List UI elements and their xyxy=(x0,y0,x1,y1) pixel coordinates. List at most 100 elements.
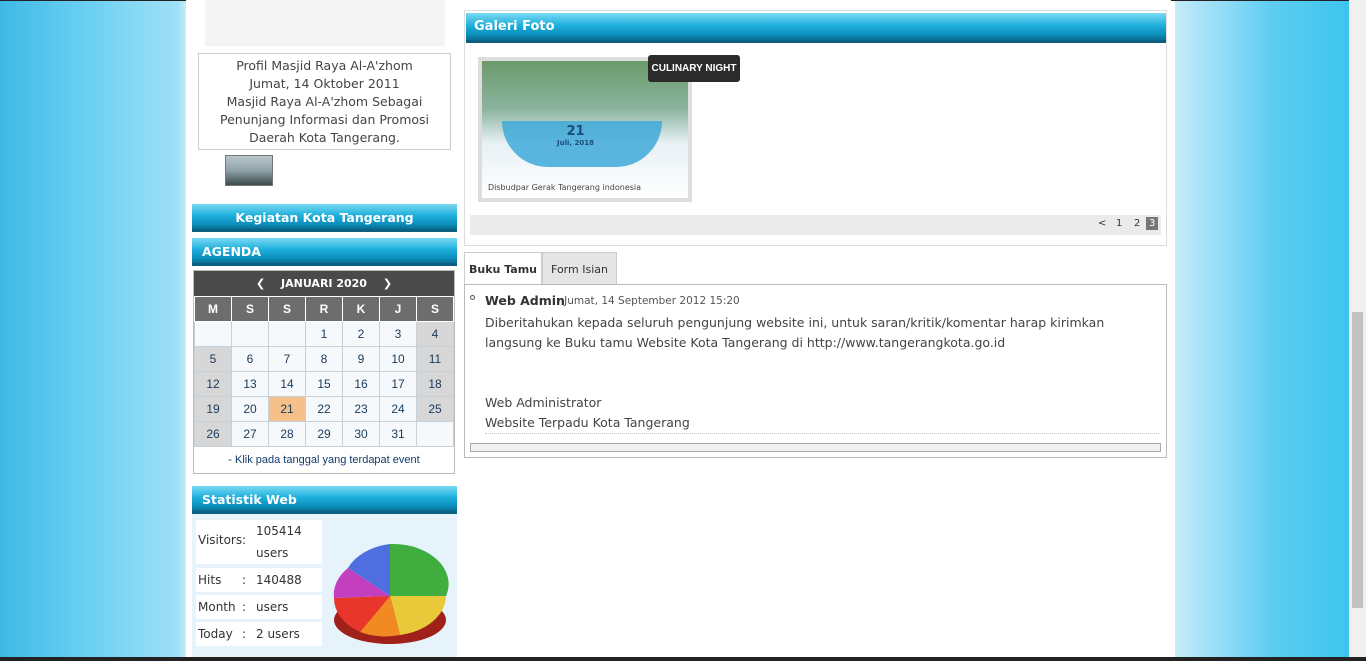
kegiatan-label: Kegiatan Kota Tangerang xyxy=(235,210,414,225)
calendar-empty xyxy=(231,321,269,347)
guestbook-message: Diberitahukan kepada seluruh pengunjung … xyxy=(485,315,1105,430)
stat-key: Month xyxy=(198,600,236,614)
guestbook-author: Web Admin xyxy=(485,293,565,308)
calendar-dayname: S xyxy=(416,296,454,322)
calendar-day[interactable]: 28 xyxy=(268,421,306,447)
calendar-note: - Klik pada tanggal yang terdapat event xyxy=(228,454,420,466)
calendar-day[interactable]: 22 xyxy=(305,396,343,422)
calendar-day[interactable]: 5 xyxy=(194,346,232,372)
calendar-day[interactable]: 3 xyxy=(379,321,417,347)
photo-tooltip: CULINARY NIGHT xyxy=(648,55,740,82)
calendar-day[interactable]: 19 xyxy=(194,396,232,422)
galeri-foto-panel: Galeri Foto 21 Juli, 2018 Disbudpar Gera… xyxy=(464,10,1167,246)
pager-prev[interactable]: < xyxy=(1098,218,1106,229)
calendar-dayname: M xyxy=(194,296,232,322)
profil-card[interactable]: Profil Masjid Raya Al-A'zhom Jumat, 14 O… xyxy=(198,53,451,150)
agenda-header: AGENDA xyxy=(192,238,457,266)
stat-key: Hits xyxy=(198,573,222,587)
agenda-label: AGENDA xyxy=(202,244,261,259)
calendar-day[interactable]: 27 xyxy=(231,421,269,447)
statistik-label: Statistik Web xyxy=(202,492,297,507)
stat-value: 2 users xyxy=(256,627,300,641)
calendar-day[interactable]: 9 xyxy=(342,346,380,372)
photo-logos: Disbudpar Gerak Tangerang indonesia xyxy=(488,183,642,192)
calendar-day[interactable]: 16 xyxy=(342,371,380,397)
calendar-day[interactable]: 1 xyxy=(305,321,343,347)
profil-title[interactable]: Profil Masjid Raya Al-A'zhom xyxy=(199,57,450,75)
calendar-day[interactable]: 15 xyxy=(305,371,343,397)
page-container: Profil Masjid Raya Al-A'zhom Jumat, 14 O… xyxy=(186,0,1171,661)
calendar-empty xyxy=(268,321,306,347)
calendar-dayname: K xyxy=(342,296,380,322)
calendar-dayname: S xyxy=(268,296,306,322)
stat-key: Visitors xyxy=(198,533,243,547)
calendar-day[interactable]: 2 xyxy=(342,321,380,347)
stat-value: users xyxy=(256,600,289,614)
calendar-day[interactable]: 29 xyxy=(305,421,343,447)
pager-page-2[interactable]: 2 xyxy=(1134,218,1140,229)
next-month-icon[interactable]: ❯ xyxy=(383,277,392,290)
agenda-calendar: ❮ JANUARI 2020 ❯ MSSRKJS 1 2 3 4 5 6 7 8 9 10 11 12… xyxy=(193,270,455,474)
calendar-day[interactable]: 31 xyxy=(379,421,417,447)
galeri-label: Galeri Foto xyxy=(474,19,555,34)
calendar-day[interactable]: 26 xyxy=(194,421,232,447)
stat-row-today: Today : 2 users xyxy=(196,622,322,646)
tab-form-isian[interactable]: Form Isian xyxy=(542,252,617,285)
browser-scrollbar[interactable] xyxy=(1349,0,1366,661)
calendar-day[interactable]: 30 xyxy=(342,421,380,447)
guestbook-date: - Jumat, 14 September 2012 15:20 xyxy=(557,295,740,307)
calendar-day[interactable]: 13 xyxy=(231,371,269,397)
galeri-header: Galeri Foto xyxy=(466,13,1166,43)
stat-row-month: Month : users xyxy=(196,595,322,619)
prev-month-icon[interactable]: ❮ xyxy=(256,277,265,290)
stat-row-visitors: Visitors : 105414 users xyxy=(196,520,322,564)
banner-placeholder xyxy=(205,0,445,46)
guestbook-panel: Web Admin - Jumat, 14 September 2012 15:… xyxy=(464,284,1167,458)
calendar-day[interactable]: 7 xyxy=(268,346,306,372)
calendar-day[interactable]: 21 xyxy=(268,396,306,422)
calendar-day[interactable]: 10 xyxy=(379,346,417,372)
galeri-pager: < 1 2 3 xyxy=(470,215,1161,235)
calendar-day[interactable]: 12 xyxy=(194,371,232,397)
calendar-empty xyxy=(416,421,454,447)
tab-buku-tamu[interactable]: Buku Tamu xyxy=(464,252,542,285)
left-sidebar: Profil Masjid Raya Al-A'zhom Jumat, 14 O… xyxy=(192,0,457,661)
stat-sep: : xyxy=(242,627,247,641)
guestbook-divider xyxy=(485,433,1159,434)
stat-key: Today xyxy=(198,627,233,641)
calendar-dayname: S xyxy=(231,296,269,322)
calendar-dayname: J xyxy=(379,296,417,322)
bullet-icon xyxy=(470,295,475,300)
calendar-day[interactable]: 23 xyxy=(342,396,380,422)
calendar-day[interactable]: 18 xyxy=(416,371,454,397)
calendar-day[interactable]: 24 xyxy=(379,396,417,422)
stat-sep: : xyxy=(242,573,247,587)
profil-date: Jumat, 14 Oktober 2011 xyxy=(249,76,400,91)
calendar-day[interactable]: 14 xyxy=(268,371,306,397)
calendar-day[interactable]: 17 xyxy=(379,371,417,397)
profil-description: Masjid Raya Al-A'zhom Sebagai Penunjang … xyxy=(219,94,429,145)
calendar-header: ❮ JANUARI 2020 ❯ xyxy=(194,271,454,296)
calendar-day[interactable]: 4 xyxy=(416,321,454,347)
stat-value: 105414 users xyxy=(256,524,302,560)
profil-thumbnail[interactable] xyxy=(225,155,273,186)
calendar-month: JANUARI 2020 xyxy=(281,277,367,290)
pager-page-current[interactable]: 3 xyxy=(1146,217,1159,230)
calendar-day[interactable]: 25 xyxy=(416,396,454,422)
stat-sep: : xyxy=(242,600,247,614)
calendar-empty xyxy=(194,321,232,347)
calendar-day[interactable]: 20 xyxy=(231,396,269,422)
taskbar-edge xyxy=(0,657,1366,661)
calendar-day[interactable]: 6 xyxy=(231,346,269,372)
photo-date: 21 Juli, 2018 xyxy=(557,124,594,147)
calendar-day[interactable]: 11 xyxy=(416,346,454,372)
pie-chart-icon xyxy=(333,543,449,644)
calendar-grid: MSSRKJS 1 2 3 4 5 6 7 8 9 10 11 12 13 14 15 16 17 18 19 20 2… xyxy=(194,296,454,447)
scrollbar-thumb[interactable] xyxy=(1352,312,1363,608)
stat-sep: : xyxy=(242,533,247,547)
guestbook-scrollbar[interactable] xyxy=(470,443,1161,452)
stat-row-hits: Hits : 140488 hits xyxy=(196,568,322,609)
calendar-day[interactable]: 8 xyxy=(305,346,343,372)
kegiatan-header[interactable]: Kegiatan Kota Tangerang xyxy=(192,204,457,232)
pager-page-1[interactable]: 1 xyxy=(1116,218,1122,229)
